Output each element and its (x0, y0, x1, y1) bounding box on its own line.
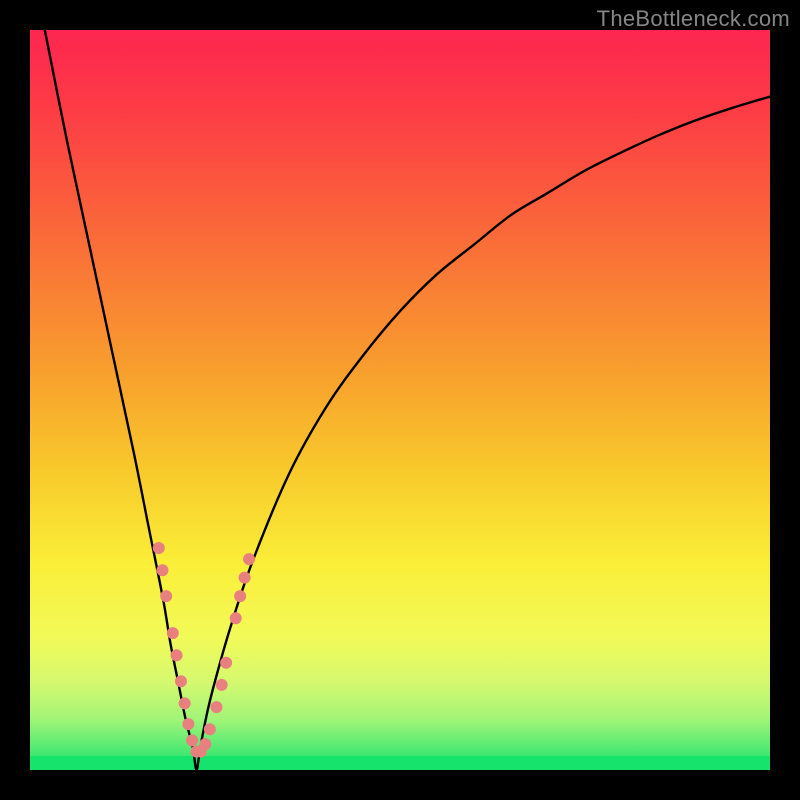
marker-dot (167, 627, 179, 639)
marker-dot (234, 590, 246, 602)
marker-dot (210, 701, 222, 713)
marker-dot (186, 734, 198, 746)
marker-dot (160, 590, 172, 602)
marker-dot (156, 564, 168, 576)
marker-dot (216, 679, 228, 691)
plot-area (30, 30, 770, 770)
marker-dot (243, 553, 255, 565)
bottleneck-curve (45, 30, 770, 770)
marker-dot (171, 649, 183, 661)
marker-dot (182, 718, 194, 730)
watermark-text: TheBottleneck.com (597, 6, 790, 32)
marker-dot (175, 675, 187, 687)
marker-dot (230, 612, 242, 624)
marker-dot (239, 572, 251, 584)
marker-dot (199, 738, 211, 750)
chart-container: TheBottleneck.com (0, 0, 800, 800)
marker-dot (204, 723, 216, 735)
curve-layer (30, 30, 770, 770)
marker-dot (179, 697, 191, 709)
marker-dot (220, 657, 232, 669)
marker-dot (153, 542, 165, 554)
